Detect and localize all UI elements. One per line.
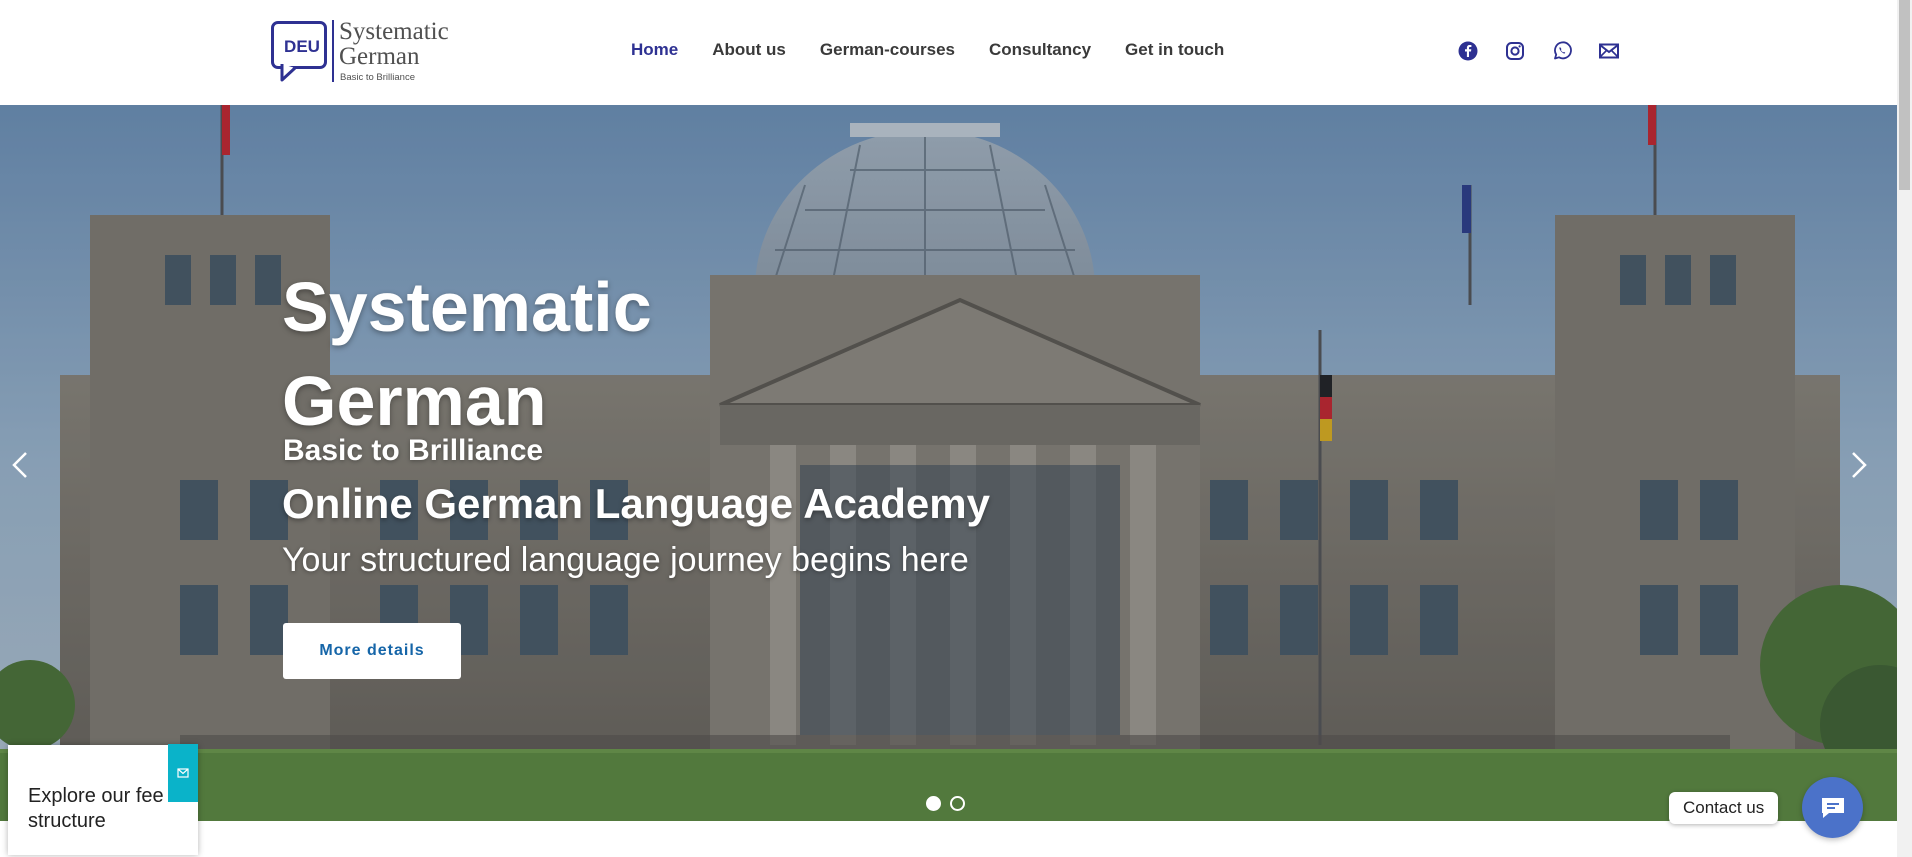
hero-heading: Online German Language Academy (282, 480, 990, 527)
logo-divider (332, 20, 334, 82)
fee-structure-text: Explore our fee structure (28, 785, 164, 832)
hero-title: Systematic German (282, 268, 652, 440)
hero-tagline: Your structured language journey begins … (282, 541, 969, 579)
logo-badge-text: DEU (284, 37, 320, 56)
logo-title-line1: Systematic (339, 18, 449, 45)
more-details-button[interactable]: More details (283, 623, 461, 679)
contact-us-label[interactable]: Contact us (1669, 792, 1779, 824)
slider-pagination (926, 796, 965, 811)
nav-get-in-touch[interactable]: Get in touch (1125, 40, 1224, 62)
slider-prev-arrow-icon[interactable] (4, 445, 34, 485)
chat-icon[interactable] (1802, 777, 1863, 838)
facebook-icon[interactable] (1457, 40, 1479, 62)
page-scrollbar-thumb[interactable] (1899, 0, 1910, 190)
nav-home[interactable]: Home (631, 40, 678, 62)
nav-consultancy[interactable]: Consultancy (989, 40, 1091, 62)
whatsapp-icon[interactable] (1551, 40, 1573, 62)
nav-about-us[interactable]: About us (712, 40, 786, 62)
instagram-icon[interactable] (1504, 40, 1526, 62)
logo-badge: DEU (271, 21, 327, 69)
mail-icon[interactable] (1598, 40, 1620, 62)
slider-dot-2[interactable] (950, 796, 965, 811)
main-nav: Home About us German-courses Consultancy… (631, 40, 1258, 62)
hero-slider: Systematic German Basic to Brilliance On… (0, 105, 1897, 821)
fee-structure-popup[interactable]: Explore our fee structure (8, 744, 198, 855)
logo-speech-tail (280, 64, 297, 82)
slider-next-arrow-icon[interactable] (1845, 445, 1875, 485)
nav-german-courses[interactable]: German-courses (820, 40, 955, 62)
logo-tagline: Basic to Brilliance (340, 72, 415, 83)
logo-title-line2: German (339, 43, 420, 70)
hero-subtitle: Basic to Brilliance (283, 434, 544, 467)
site-header: DEU Systematic German Basic to Brillianc… (0, 0, 1912, 105)
site-logo[interactable]: DEU Systematic German Basic to Brillianc… (271, 18, 466, 86)
slider-dot-1[interactable] (926, 796, 941, 811)
social-links (1457, 40, 1645, 62)
close-icon[interactable] (168, 744, 198, 802)
